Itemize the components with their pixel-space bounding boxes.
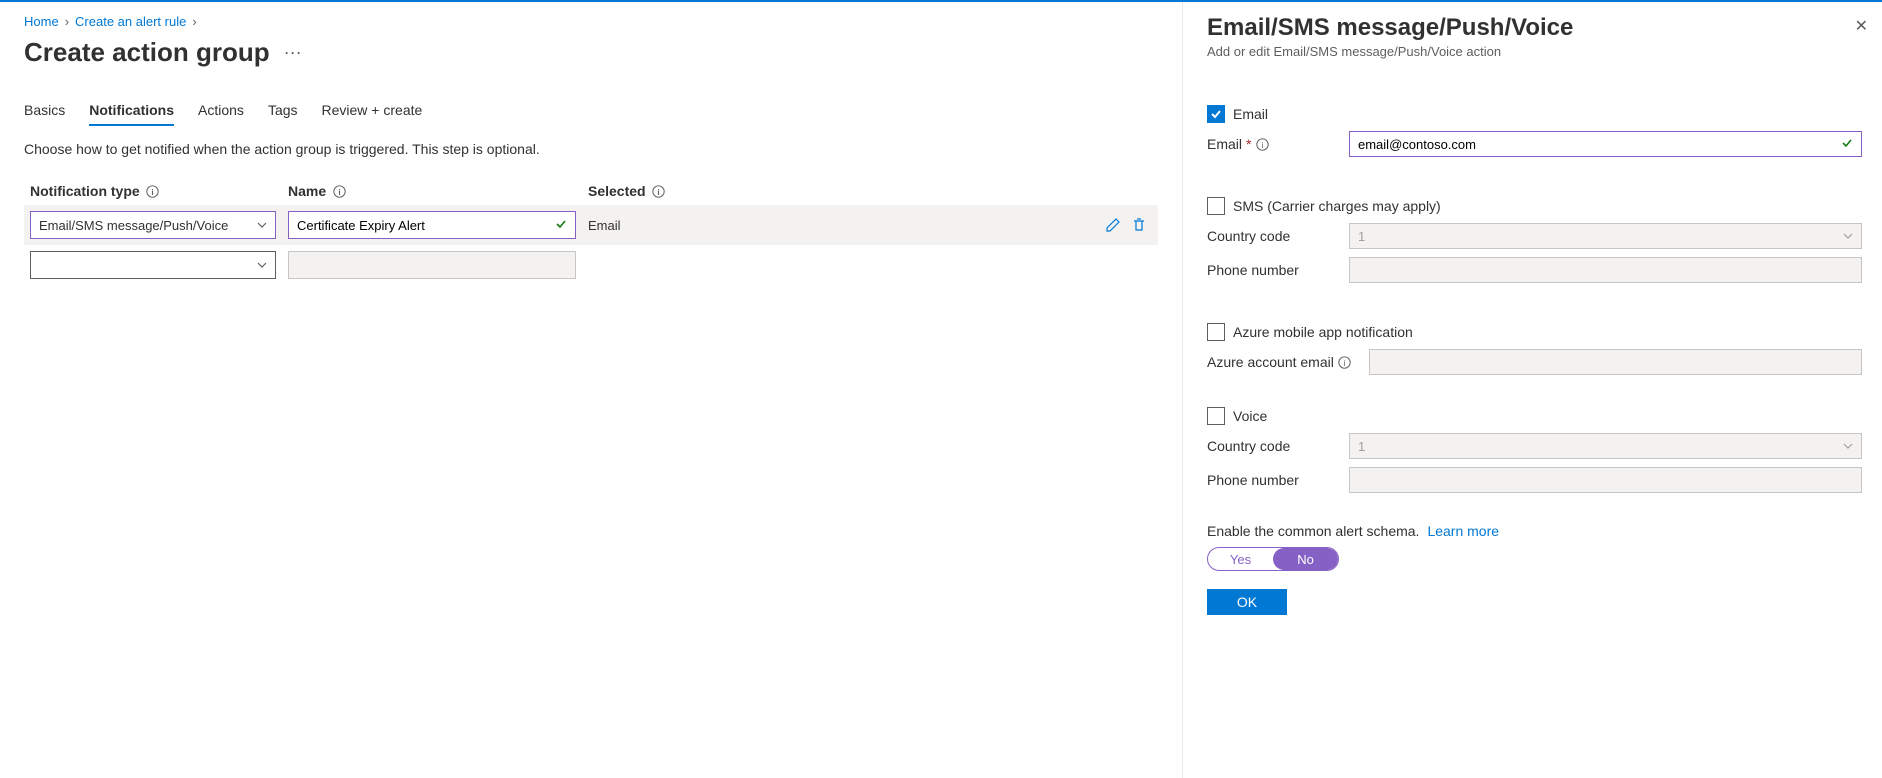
edit-icon[interactable] [1104, 216, 1122, 234]
chevron-down-icon [1843, 231, 1853, 241]
details-panel: ✕ Email/SMS message/Push/Voice Add or ed… [1182, 2, 1882, 778]
notifications-table: Notification type i Name i Selected i [24, 177, 1158, 285]
learn-more-link[interactable]: Learn more [1427, 523, 1499, 539]
email-checkbox[interactable] [1207, 105, 1225, 123]
tab-review[interactable]: Review + create [322, 96, 423, 126]
panel-title: Email/SMS message/Push/Voice [1207, 14, 1862, 42]
panel-subtitle: Add or edit Email/SMS message/Push/Voice… [1207, 44, 1862, 59]
tabs: Basics Notifications Actions Tags Review… [24, 96, 1158, 127]
voice-phone-input[interactable] [1349, 467, 1862, 493]
sms-phone-input[interactable] [1349, 257, 1862, 283]
th-name: Name i [282, 177, 582, 205]
tab-tags[interactable]: Tags [268, 96, 298, 126]
th-name-label: Name [288, 183, 326, 199]
tab-notifications[interactable]: Notifications [89, 96, 174, 126]
notification-type-select-empty[interactable] [30, 251, 276, 279]
notification-name-disabled [288, 251, 576, 279]
schema-toggle[interactable]: Yes No [1207, 547, 1339, 571]
info-icon[interactable]: i [332, 184, 346, 198]
breadcrumb-alert-rule[interactable]: Create an alert rule [75, 14, 186, 29]
chevron-right-icon: › [192, 14, 196, 29]
sms-checkbox-label: SMS (Carrier charges may apply) [1233, 198, 1441, 214]
breadcrumb-home[interactable]: Home [24, 14, 59, 29]
th-type: Notification type i [24, 177, 282, 205]
table-row [24, 245, 1158, 285]
chevron-down-icon [257, 258, 267, 273]
azure-app-checkbox-label: Azure mobile app notification [1233, 324, 1413, 340]
main-content: Home › Create an alert rule › Create act… [0, 2, 1182, 778]
sms-checkbox[interactable] [1207, 197, 1225, 215]
delete-icon[interactable] [1130, 216, 1148, 234]
info-icon[interactable]: i [146, 184, 160, 198]
svg-text:i: i [657, 187, 659, 196]
chevron-down-icon [1843, 441, 1853, 451]
voice-phone-label: Phone number [1207, 472, 1299, 488]
notification-name-field[interactable] [297, 218, 555, 233]
voice-country-code-label: Country code [1207, 438, 1290, 454]
tab-basics[interactable]: Basics [24, 96, 65, 126]
email-label: Email [1207, 136, 1242, 152]
tab-actions[interactable]: Actions [198, 96, 244, 126]
notification-name-input[interactable] [288, 211, 576, 239]
more-icon[interactable]: ··· [280, 42, 306, 63]
th-type-label: Notification type [30, 183, 140, 199]
email-checkbox-label: Email [1233, 106, 1268, 122]
svg-text:i: i [338, 187, 340, 196]
notification-type-select[interactable]: Email/SMS message/Push/Voice [30, 211, 276, 239]
schema-toggle-yes[interactable]: Yes [1208, 548, 1273, 570]
info-icon[interactable]: i [1255, 137, 1269, 151]
azure-account-email-label: Azure account email [1207, 354, 1334, 370]
notification-type-value: Email/SMS message/Push/Voice [39, 218, 228, 233]
selected-value: Email [582, 212, 882, 239]
required-asterisk: * [1246, 136, 1251, 152]
th-selected-label: Selected [588, 183, 646, 199]
voice-country-code-value: 1 [1358, 439, 1365, 454]
email-input-wrap [1349, 131, 1862, 157]
svg-text:i: i [1344, 358, 1346, 367]
schema-toggle-no[interactable]: No [1273, 548, 1338, 570]
voice-checkbox-label: Voice [1233, 408, 1267, 424]
ok-button[interactable]: OK [1207, 589, 1287, 615]
tab-description: Choose how to get notified when the acti… [24, 141, 1158, 157]
schema-row: Enable the common alert schema. Learn mo… [1207, 523, 1862, 539]
check-icon [1841, 137, 1853, 152]
table-header: Notification type i Name i Selected i [24, 177, 1158, 205]
email-input[interactable] [1358, 137, 1841, 152]
sms-country-code-label: Country code [1207, 228, 1290, 244]
sms-country-code-select[interactable]: 1 [1349, 223, 1862, 249]
check-icon [555, 218, 567, 233]
chevron-down-icon [257, 218, 267, 233]
voice-country-code-select[interactable]: 1 [1349, 433, 1862, 459]
sms-phone-label: Phone number [1207, 262, 1299, 278]
voice-checkbox[interactable] [1207, 407, 1225, 425]
svg-text:i: i [152, 187, 154, 196]
table-row: Email/SMS message/Push/Voice Email [24, 205, 1158, 245]
th-selected: Selected i [582, 177, 882, 205]
close-icon[interactable]: ✕ [1855, 16, 1868, 36]
page-title-row: Create action group ··· [24, 37, 1158, 68]
breadcrumb: Home › Create an alert rule › [24, 14, 1158, 29]
page-title: Create action group [24, 37, 270, 68]
schema-text: Enable the common alert schema. [1207, 523, 1419, 539]
azure-account-email-input[interactable] [1369, 349, 1862, 375]
azure-app-checkbox[interactable] [1207, 323, 1225, 341]
svg-text:i: i [1262, 140, 1264, 149]
info-icon[interactable]: i [1338, 355, 1352, 369]
chevron-right-icon: › [65, 14, 69, 29]
info-icon[interactable]: i [652, 184, 666, 198]
sms-country-code-value: 1 [1358, 229, 1365, 244]
